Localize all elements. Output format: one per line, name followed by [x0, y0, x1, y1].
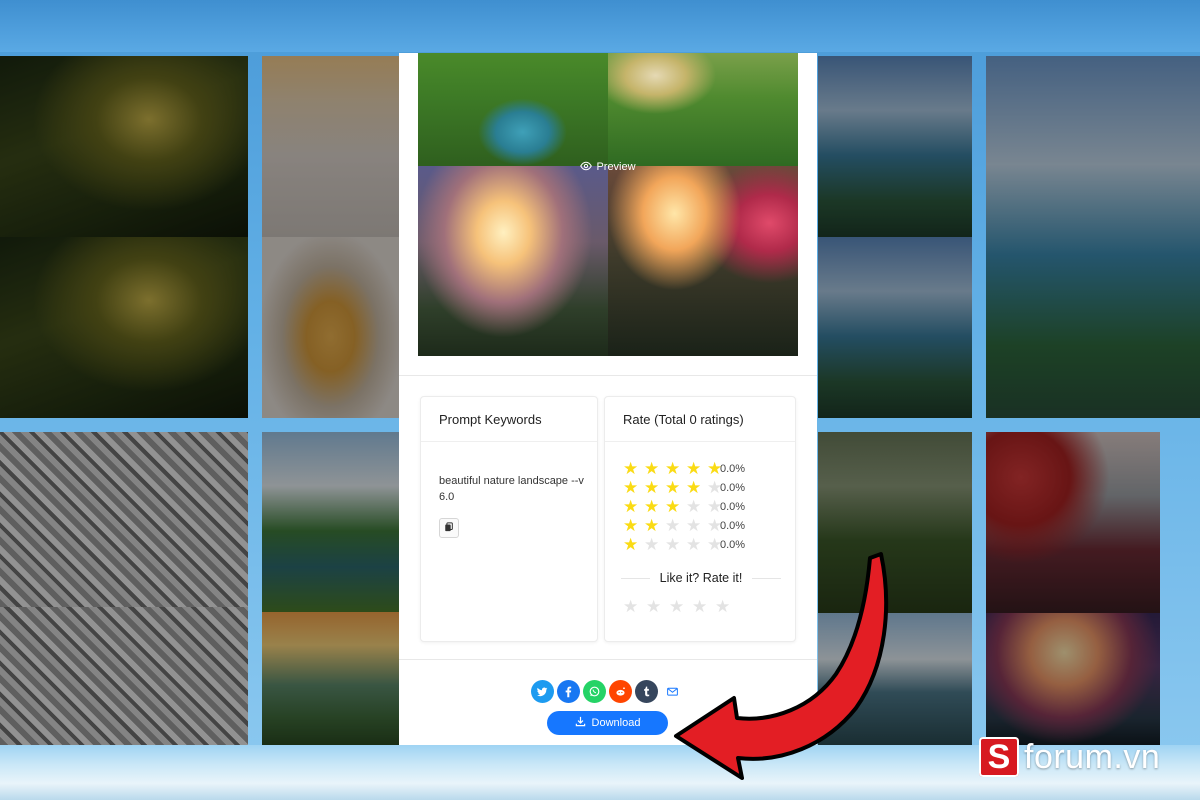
rate-star-icon[interactable]: ★: [623, 597, 646, 616]
gallery-image-fantasy-2[interactable]: [818, 237, 972, 418]
copy-icon: [444, 519, 454, 537]
facebook-icon: [562, 685, 575, 698]
gallery-image-fantasy-1[interactable]: [818, 56, 972, 237]
preview-button[interactable]: Preview: [418, 157, 798, 177]
preview-quadrant-4: [608, 166, 798, 356]
star-icon: ★: [644, 478, 660, 497]
whatsapp-icon: [588, 685, 601, 698]
whatsapp-share-button[interactable]: [583, 680, 606, 703]
rating-row: ★ ★ ★ ★ ★ 0.0%: [623, 478, 745, 497]
star-icon: ★: [644, 516, 660, 535]
rating-row: ★ ★ ★ ★ ★ 0.0%: [623, 459, 745, 478]
rating-percent: 0.0%: [720, 462, 746, 475]
star-icon: ★: [686, 459, 702, 478]
gallery-image-animals-2[interactable]: [0, 607, 248, 745]
twitter-share-button[interactable]: [531, 680, 554, 703]
prompt-keywords-card: Prompt Keywords beautiful nature landsca…: [420, 396, 598, 642]
download-label: Download: [591, 717, 641, 729]
star-icon: ★: [686, 497, 702, 516]
star-icon: ★: [644, 459, 660, 478]
star-icon: ★: [665, 516, 681, 535]
gallery-image-red-trees[interactable]: [986, 432, 1160, 613]
preview-image[interactable]: [418, 53, 798, 356]
sforum-watermark: S forum.vn: [979, 732, 1199, 782]
star-icon: ★: [623, 497, 639, 516]
star-icon: ★: [623, 535, 639, 554]
rating-row: ★ ★ ★ ★ ★ 0.0%: [623, 516, 745, 535]
twitter-icon: [536, 685, 549, 698]
reddit-icon: [614, 685, 627, 698]
star-icon: ★: [623, 459, 639, 478]
star-icon: ★: [686, 478, 702, 497]
download-icon: [575, 716, 586, 730]
copy-button[interactable]: [439, 518, 459, 538]
star-icon: ★: [644, 497, 660, 516]
rating-percent: 0.0%: [720, 519, 746, 532]
preview-quadrant-3: [418, 166, 608, 356]
rating-row: ★ ★ ★ ★ ★ 0.0%: [623, 497, 745, 516]
rule-left: [621, 577, 650, 579]
star-icon: ★: [665, 459, 681, 478]
divider: [399, 375, 817, 376]
gallery-image-forest-1[interactable]: [0, 56, 248, 237]
star-icon: ★: [665, 478, 681, 497]
facebook-share-button[interactable]: [557, 680, 580, 703]
tumblr-icon: [640, 685, 653, 698]
star-icon: ★: [623, 478, 639, 497]
gallery-image-mountain-2[interactable]: [262, 612, 399, 745]
star-icon: ★: [665, 497, 681, 516]
gallery-image-snow-2[interactable]: [262, 237, 399, 418]
prompt-keywords-text: beautiful nature landscape --v 6.0: [439, 475, 584, 503]
rating-title: Rate (Total 0 ratings): [605, 397, 795, 442]
rating-percent: 0.0%: [720, 481, 746, 494]
star-icon: ★: [623, 516, 639, 535]
preview-label: Preview: [596, 161, 636, 173]
star-icon: ★: [686, 516, 702, 535]
gallery-image-mountain-1[interactable]: [262, 432, 399, 612]
gallery-image-animals-1[interactable]: [0, 432, 248, 607]
tumblr-share-button[interactable]: [635, 680, 658, 703]
eye-icon: [580, 160, 593, 175]
top-backdrop: [0, 0, 1200, 52]
gallery-image-snow-1[interactable]: [262, 56, 399, 237]
rating-percent: 0.0%: [720, 500, 746, 513]
red-arrow-annotation: [674, 552, 889, 780]
preview-quadrant-2: [608, 53, 798, 166]
download-button[interactable]: Download: [547, 711, 668, 735]
gallery-image-forest-2[interactable]: [0, 237, 248, 418]
sforum-logo: S: [979, 737, 1019, 777]
gallery-image-sunset[interactable]: [986, 613, 1160, 745]
preview-quadrant-1: [418, 53, 608, 166]
sforum-text: forum.vn: [1024, 737, 1161, 776]
reddit-share-button[interactable]: [609, 680, 632, 703]
prompt-keywords-title: Prompt Keywords: [421, 397, 597, 442]
rating-distribution: ★ ★ ★ ★ ★ 0.0% ★ ★ ★ ★ ★ 0.0% ★ ★ ★ ★ ★ 0.0% ★ ★ ★ ★ ★ 0.0% ★ ★ ★ ★…: [623, 459, 745, 554]
gallery-image-castle[interactable]: [986, 56, 1200, 418]
